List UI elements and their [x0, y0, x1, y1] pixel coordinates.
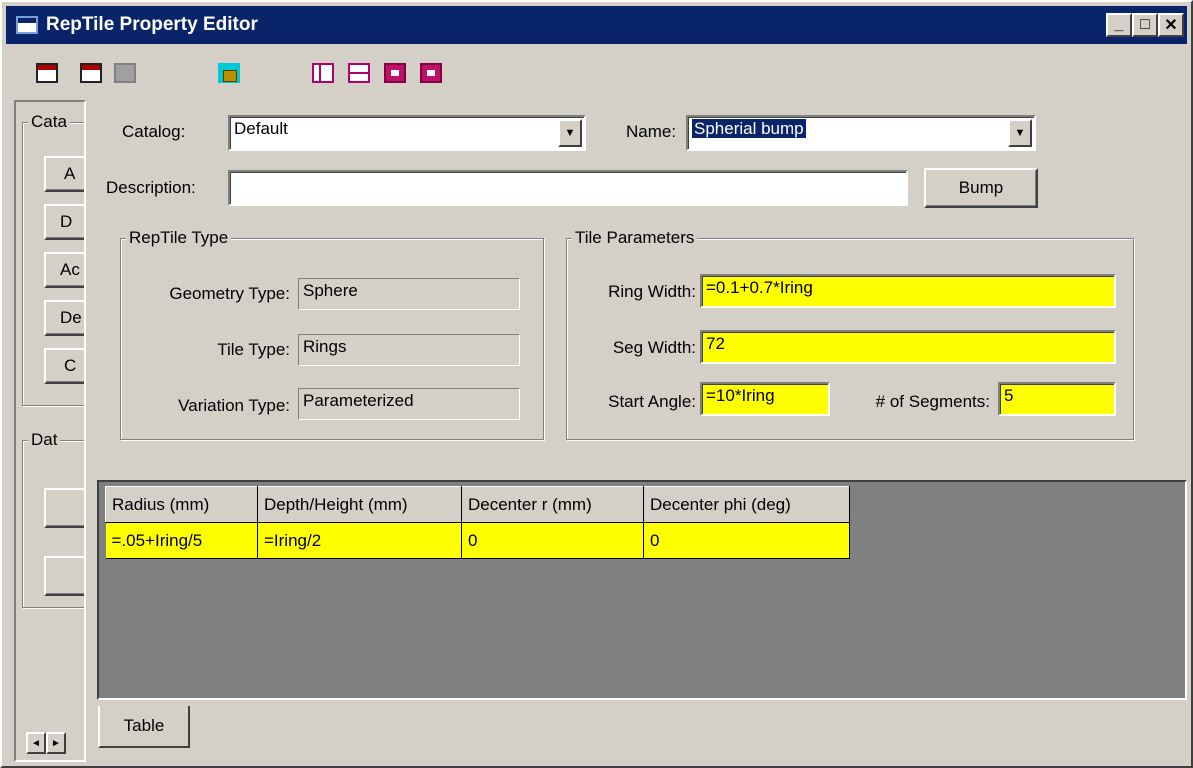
name-select[interactable]: Spherial bump ▼	[686, 115, 1036, 151]
layout-vertical-icon[interactable]	[312, 63, 334, 83]
lock-icon[interactable]	[218, 63, 240, 83]
cell-radius[interactable]: =.05+Iring/5	[105, 522, 258, 559]
name-label: Name:	[626, 122, 677, 141]
data-button-1[interactable]	[44, 488, 84, 528]
maximize-icon: □	[1140, 16, 1150, 33]
maximize-button[interactable]: □	[1132, 13, 1158, 37]
data-button-2[interactable]	[44, 556, 84, 596]
name-value: Spherial bump	[691, 118, 807, 139]
close-button[interactable]: ✕	[1158, 13, 1184, 37]
layout-horizontal-icon[interactable]	[348, 63, 370, 83]
data-group-label: Dat	[28, 430, 61, 450]
catalog-delete-item-button[interactable]: De	[44, 300, 84, 336]
catalog-dropdown-button[interactable]: ▼	[558, 119, 582, 147]
move-up-icon[interactable]	[420, 63, 442, 83]
variation-type-value: Parameterized	[298, 388, 520, 420]
description-input[interactable]	[228, 170, 908, 206]
cell-depth-height[interactable]: =Iring/2	[257, 522, 462, 559]
catalog-value: Default	[234, 119, 288, 138]
description-label: Description:	[106, 178, 196, 197]
geometry-type-value: Sphere	[298, 278, 520, 310]
export-icon[interactable]	[80, 63, 102, 83]
ring-width-input[interactable]: =0.1+0.7*Iring	[700, 274, 1116, 308]
start-angle-input[interactable]: =10*Iring	[700, 382, 830, 416]
close-icon: ✕	[1164, 17, 1178, 34]
arrow-right-icon: ►	[51, 737, 61, 749]
table-row: =.05+Iring/5 =Iring/2 0 0	[105, 522, 850, 559]
arrow-left-icon: ◄	[31, 737, 41, 749]
start-angle-label: Start Angle:	[608, 392, 696, 411]
tab-table-label: Table	[123, 716, 165, 735]
toolbar	[6, 46, 1187, 96]
catalog-add-item-button[interactable]: Ac	[44, 252, 84, 288]
app-icon	[16, 16, 38, 34]
segments-label: # of Segments:	[875, 392, 990, 411]
catalog-add-button[interactable]: A	[44, 156, 84, 192]
tab-table[interactable]: Table	[98, 706, 190, 748]
data-grid[interactable]: Radius (mm) Depth/Height (mm) Decenter r…	[97, 480, 1187, 700]
reptile-property-editor-window: RepTile Property Editor _ □ ✕ Cata A D A…	[0, 0, 1193, 768]
table-header-row: Radius (mm) Depth/Height (mm) Decenter r…	[105, 486, 850, 523]
catalog-group-label: Cata	[28, 112, 70, 132]
left-pane: Cata A D Ac De C Dat ◄ ►	[14, 100, 86, 762]
ring-width-label: Ring Width:	[608, 282, 696, 301]
catalog-copy-button[interactable]: C	[44, 348, 84, 384]
tile-parameters-legend: Tile Parameters	[572, 228, 698, 248]
parameter-table: Radius (mm) Depth/Height (mm) Decenter r…	[105, 486, 850, 559]
catalog-select[interactable]: Default ▼	[228, 115, 586, 151]
import-icon[interactable]	[36, 63, 58, 83]
seg-width-label: Seg Width:	[612, 338, 696, 357]
column-header-radius[interactable]: Radius (mm)	[105, 486, 258, 523]
cell-decenter-r[interactable]: 0	[461, 522, 644, 559]
chevron-down-icon: ▼	[1014, 127, 1026, 139]
reptile-type-legend: RepTile Type	[126, 228, 232, 248]
scroll-left-button[interactable]: ◄	[26, 732, 46, 754]
tile-type-label: Tile Type:	[217, 340, 290, 359]
segments-input[interactable]: 5	[998, 382, 1116, 416]
window-title: RepTile Property Editor	[46, 14, 258, 35]
minimize-icon: _	[1114, 16, 1124, 33]
scroll-right-button[interactable]: ►	[46, 732, 66, 754]
catalog-delete-button[interactable]: D	[44, 204, 84, 240]
title-bar[interactable]: RepTile Property Editor _ □ ✕	[6, 6, 1187, 44]
catalog-label: Catalog:	[122, 122, 186, 141]
tile-type-value: Rings	[298, 334, 520, 366]
seg-width-input[interactable]: 72	[700, 330, 1116, 364]
variation-type-label: Variation Type:	[178, 396, 290, 415]
save-icon[interactable]	[114, 63, 136, 83]
move-down-icon[interactable]	[384, 63, 406, 83]
cell-decenter-phi[interactable]: 0	[643, 522, 850, 559]
column-header-depth-height[interactable]: Depth/Height (mm)	[257, 486, 462, 523]
chevron-down-icon: ▼	[564, 127, 576, 139]
column-header-decenter-phi[interactable]: Decenter phi (deg)	[643, 486, 850, 523]
geometry-type-label: Geometry Type:	[169, 284, 290, 303]
name-dropdown-button[interactable]: ▼	[1008, 119, 1032, 147]
minimize-button[interactable]: _	[1106, 13, 1132, 37]
column-header-decenter-r[interactable]: Decenter r (mm)	[461, 486, 644, 523]
bump-button[interactable]: Bump	[924, 168, 1038, 208]
